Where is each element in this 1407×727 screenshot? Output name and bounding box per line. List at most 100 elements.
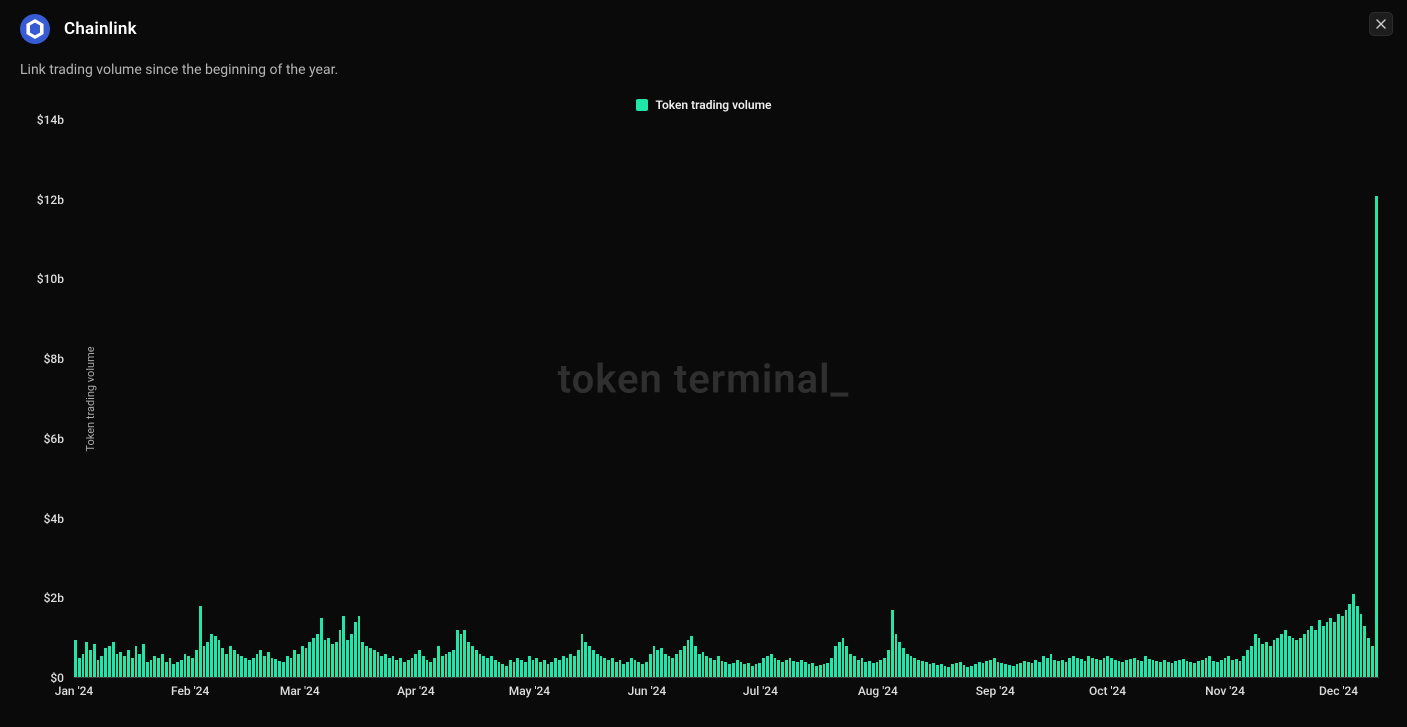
volume-bar — [1121, 662, 1124, 678]
volume-bar — [286, 656, 289, 678]
volume-bar — [1333, 622, 1336, 678]
chart-plot-area: Token trading volume $0$2b$4b$6b$8b$10b$… — [74, 120, 1379, 678]
volume-bar — [566, 658, 569, 678]
volume-bar — [1027, 662, 1030, 678]
volume-bar — [581, 634, 584, 678]
volume-bar — [1159, 662, 1162, 678]
volume-bar — [195, 650, 198, 678]
volume-bar — [898, 642, 901, 678]
volume-bar — [668, 656, 671, 678]
volume-bar — [554, 658, 557, 678]
volume-bar — [584, 642, 587, 678]
volume-bar — [229, 646, 232, 678]
volume-bar — [690, 636, 693, 678]
volume-bar — [535, 658, 538, 678]
volume-bar — [1231, 660, 1234, 678]
y-tick-label: $10b — [37, 272, 64, 286]
volume-bar — [1239, 661, 1242, 678]
volume-bar — [607, 660, 610, 678]
volume-bar — [509, 660, 512, 678]
volume-bar — [1337, 614, 1340, 678]
y-tick-label: $2b — [44, 591, 64, 605]
x-tick-label: Mar '24 — [280, 684, 320, 698]
volume-bar — [161, 654, 164, 678]
volume-bar — [709, 658, 712, 678]
volume-bar — [1292, 638, 1295, 678]
volume-bar — [123, 656, 126, 678]
y-tick-label: $8b — [44, 352, 64, 366]
volume-bar — [1137, 660, 1140, 678]
volume-bar — [619, 660, 622, 678]
volume-bar — [1186, 661, 1189, 678]
volume-bar — [1303, 634, 1306, 678]
volume-bar — [592, 650, 595, 678]
volume-bar — [792, 661, 795, 678]
volume-bar — [1016, 664, 1019, 678]
volume-bar — [1050, 654, 1053, 678]
volume-bar — [392, 656, 395, 678]
volume-bar — [377, 652, 380, 678]
volume-bar — [316, 634, 319, 678]
volume-bar — [411, 658, 414, 678]
volume-bar — [482, 656, 485, 678]
volume-bar — [762, 658, 765, 678]
volume-bar — [1091, 658, 1094, 678]
volume-bar — [717, 656, 720, 678]
volume-bar — [1367, 638, 1370, 678]
volume-bar — [974, 664, 977, 678]
volume-bar — [1046, 658, 1049, 678]
chainlink-logo-icon — [20, 14, 50, 44]
volume-bar — [501, 664, 504, 678]
volume-bar — [290, 658, 293, 678]
volume-bar — [191, 658, 194, 678]
volume-bar — [645, 662, 648, 678]
volume-bar — [1246, 650, 1249, 678]
volume-bar — [244, 658, 247, 678]
volume-bar — [1318, 620, 1321, 678]
volume-bar — [921, 661, 924, 678]
close-button[interactable] — [1369, 12, 1393, 36]
volume-bar — [1065, 662, 1068, 678]
volume-bar — [861, 658, 864, 678]
volume-bar — [577, 650, 580, 678]
volume-bar — [203, 646, 206, 678]
volume-bar — [1072, 656, 1075, 678]
volume-bar — [399, 658, 402, 678]
volume-bar — [187, 656, 190, 678]
volume-bar — [1356, 606, 1359, 678]
volume-bar — [225, 654, 228, 678]
volume-bar — [766, 656, 769, 678]
volume-bar — [842, 638, 845, 678]
volume-bar — [679, 650, 682, 678]
volume-bar — [955, 663, 958, 678]
volume-bar — [218, 640, 221, 678]
volume-bar — [1171, 663, 1174, 678]
volume-bar — [1152, 660, 1155, 678]
volume-bar — [808, 664, 811, 678]
volume-bar — [1227, 656, 1230, 678]
volume-bar — [233, 650, 236, 678]
volume-bar — [471, 646, 474, 678]
chart-container: Token trading volume token terminal_ Tok… — [20, 98, 1387, 708]
volume-bar — [259, 650, 262, 678]
volume-bar — [146, 662, 149, 678]
x-tick-label: Apr '24 — [397, 684, 434, 698]
volume-bar — [1148, 659, 1151, 678]
volume-bar — [240, 656, 243, 678]
volume-bar — [138, 654, 141, 678]
chart-legend: Token trading volume — [20, 98, 1387, 112]
volume-bar — [845, 646, 848, 678]
volume-bar — [108, 646, 111, 678]
volume-bar — [1250, 646, 1253, 678]
volume-bar — [135, 646, 138, 678]
volume-bar — [301, 646, 304, 678]
volume-bar — [305, 648, 308, 678]
volume-bar — [1295, 640, 1298, 678]
volume-bar — [883, 658, 886, 678]
volume-bar — [252, 658, 255, 678]
volume-bar — [112, 642, 115, 678]
volume-bar — [550, 662, 553, 678]
volume-bar — [278, 661, 281, 678]
volume-bar — [781, 662, 784, 678]
volume-bar — [694, 646, 697, 678]
